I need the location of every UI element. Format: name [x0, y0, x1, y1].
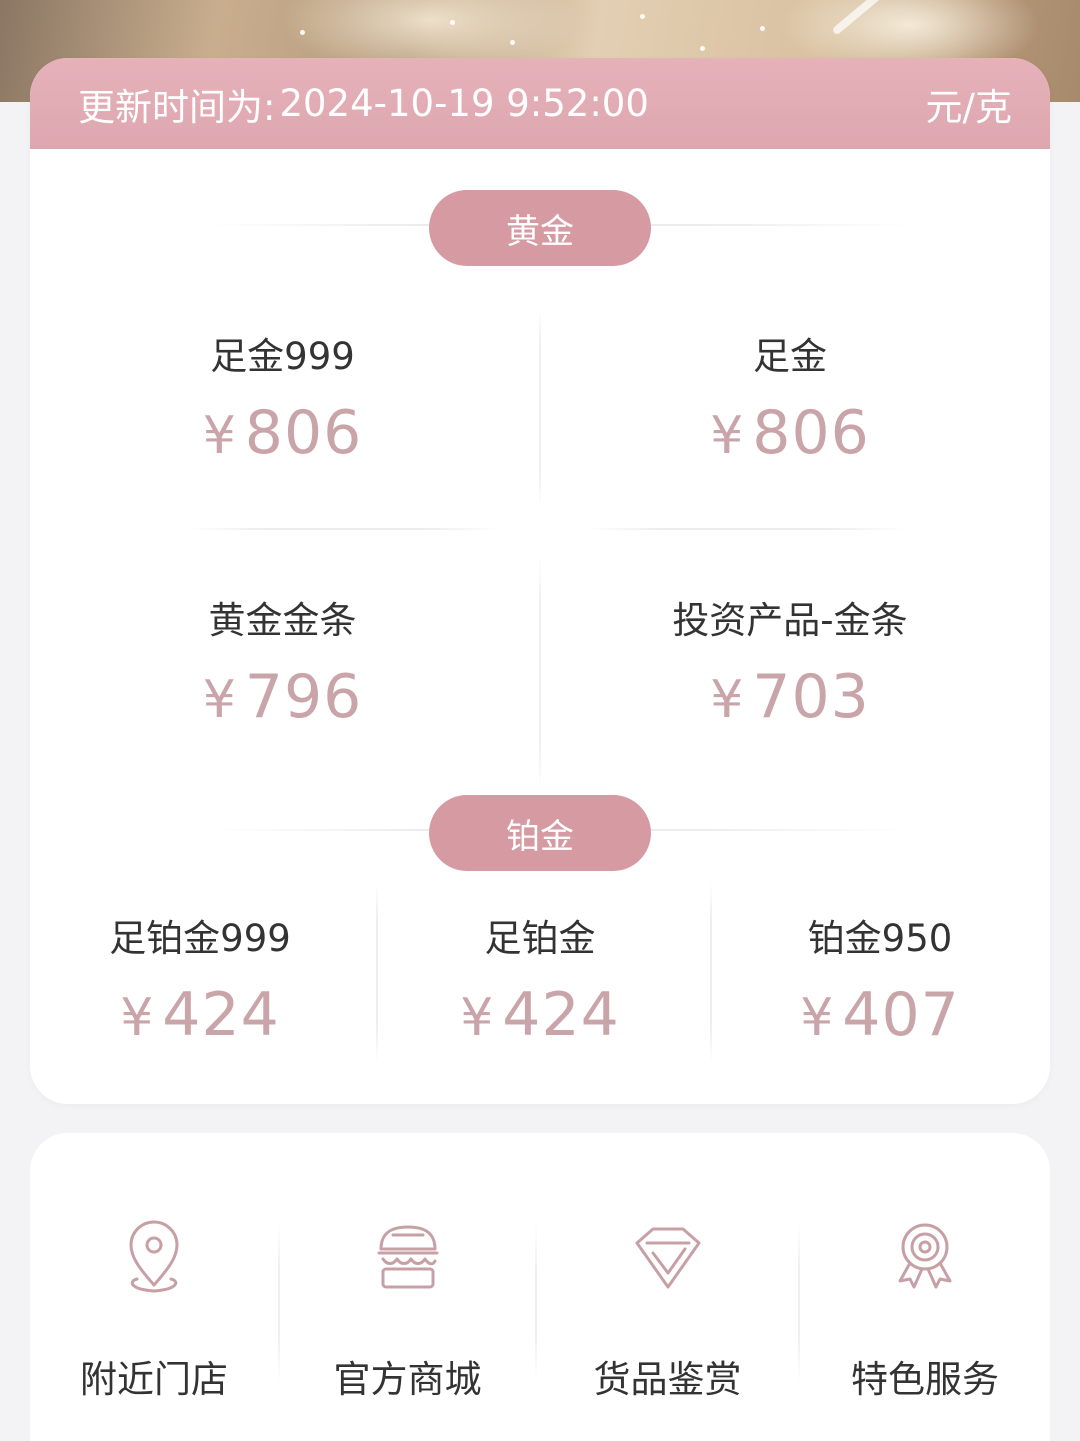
- item-label: 铂金950: [807, 917, 953, 960]
- price-item-platinum950[interactable]: 铂金950 ¥407: [730, 908, 1030, 1050]
- price-item-platinum[interactable]: 足铂金 ¥424: [390, 908, 690, 1050]
- service-label: 特色服务: [851, 1358, 999, 1401]
- service-official-mall[interactable]: 官方商城: [280, 1133, 535, 1441]
- service-special-services[interactable]: 特色服务: [800, 1133, 1050, 1441]
- item-price: ¥424: [460, 980, 620, 1050]
- platinum-section-badge: 铂金: [429, 795, 651, 871]
- price-card: 更新时间为: 2024-10-19 9:52:00 元/克 黄金 足金999 ¥…: [30, 58, 1050, 1104]
- location-pin-icon: [109, 1213, 199, 1303]
- item-price: ¥806: [710, 398, 870, 468]
- grid-divider: [585, 528, 905, 530]
- item-label: 足金999: [210, 335, 355, 378]
- price-unit: 元/克: [925, 85, 1012, 129]
- item-price: ¥796: [202, 662, 363, 732]
- diamond-icon: [623, 1213, 713, 1303]
- item-price: ¥407: [800, 980, 960, 1050]
- update-time-label: 更新时间为:: [78, 85, 276, 129]
- price-item-gold-bar[interactable]: 黄金金条 ¥796: [130, 590, 435, 732]
- item-price: ¥424: [120, 980, 280, 1050]
- item-price: ¥703: [710, 662, 870, 732]
- item-label: 黄金金条: [208, 599, 357, 642]
- price-item-platinum999[interactable]: 足铂金999 ¥424: [50, 908, 350, 1050]
- item-label: 足铂金: [484, 917, 596, 960]
- grid-divider: [190, 528, 500, 530]
- service-product-appreciation[interactable]: 货品鉴赏: [537, 1133, 798, 1441]
- services-card: 附近门店 官方商城 货品鉴赏 特色服务: [30, 1133, 1050, 1441]
- item-label: 足铂金999: [109, 917, 291, 960]
- price-item-zujin[interactable]: 足金 ¥806: [610, 326, 970, 468]
- service-nearby-stores[interactable]: 附近门店: [30, 1133, 278, 1441]
- price-item-zujin999[interactable]: 足金999 ¥806: [130, 326, 435, 468]
- service-label: 货品鉴赏: [593, 1358, 742, 1401]
- grid-divider: [539, 558, 541, 788]
- store-icon: [363, 1213, 453, 1303]
- update-bar: 更新时间为: 2024-10-19 9:52:00 元/克: [30, 58, 1050, 149]
- service-label: 附近门店: [80, 1358, 228, 1401]
- item-label: 足金: [753, 335, 827, 378]
- item-label: 投资产品-金条: [672, 599, 908, 642]
- award-badge-icon: [880, 1213, 970, 1303]
- service-label: 官方商城: [333, 1358, 482, 1401]
- item-price: ¥806: [202, 398, 363, 468]
- gold-section-badge: 黄金: [429, 190, 651, 266]
- grid-divider: [539, 308, 541, 508]
- update-time-value: 2024-10-19 9:52:00: [279, 82, 649, 125]
- grid-divider: [710, 883, 712, 1063]
- grid-divider: [376, 883, 378, 1063]
- price-item-investment-bar[interactable]: 投资产品-金条 ¥703: [610, 590, 970, 732]
